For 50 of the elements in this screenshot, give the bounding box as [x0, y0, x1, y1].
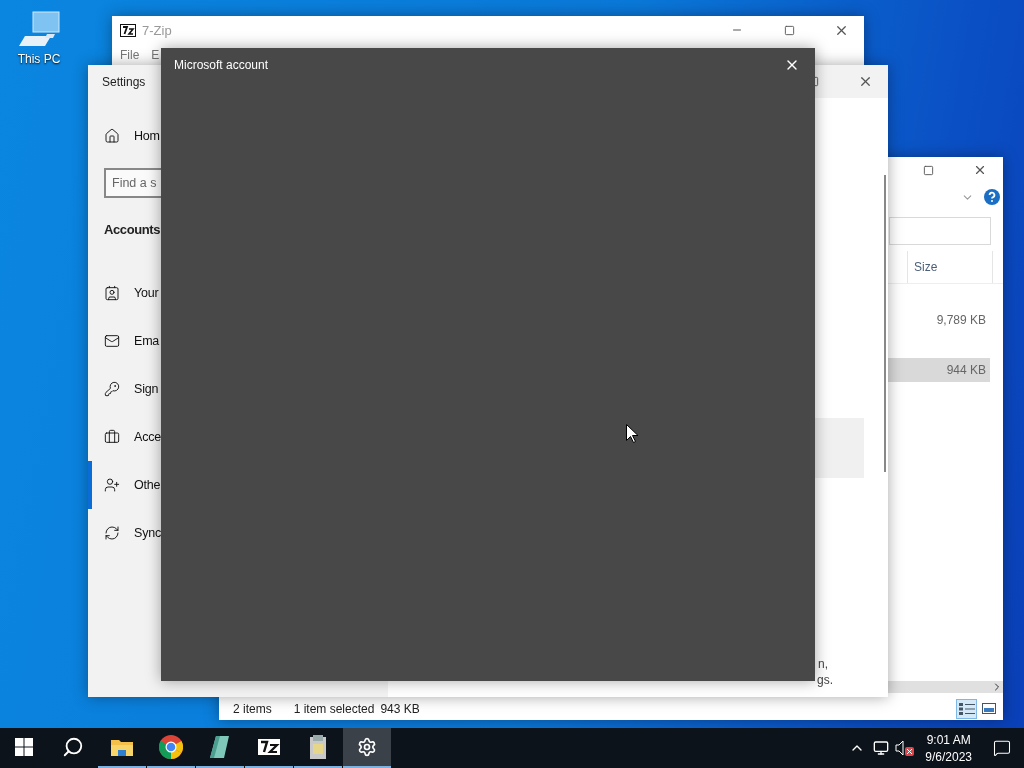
maximize-icon — [922, 164, 934, 176]
help-icon[interactable] — [984, 189, 1000, 205]
clock[interactable]: 9:01 AM 9/6/2023 — [917, 728, 980, 768]
person-add-icon — [104, 477, 120, 493]
briefcase-icon — [104, 429, 120, 445]
windows-icon — [15, 738, 33, 756]
nav-item[interactable]: Your — [88, 269, 388, 317]
home-link[interactable]: Hom — [88, 112, 388, 160]
key-icon — [104, 381, 120, 397]
notepad-icon — [210, 736, 230, 758]
search-field[interactable] — [889, 217, 991, 245]
package-icon — [309, 735, 327, 759]
dialog-title: Microsoft account — [174, 58, 269, 72]
cursor-icon — [626, 424, 638, 443]
close-icon — [973, 163, 987, 177]
mail-icon — [104, 333, 120, 349]
sync-icon — [104, 525, 120, 541]
archive-app-icon — [120, 23, 136, 37]
size-cell-text: 9,789 KB — [935, 312, 987, 329]
status-text: 943 KB — [380, 701, 420, 716]
description-text: n, — [818, 657, 829, 671]
description-text: gs. — [817, 673, 834, 687]
folder-icon — [111, 738, 133, 756]
settings-taskbar-button[interactable] — [343, 728, 391, 768]
window-title: Settings — [102, 74, 146, 89]
maximize-icon — [783, 24, 795, 36]
vertical-scrollbar[interactable] — [884, 175, 886, 472]
details-view-button[interactable] — [956, 698, 977, 719]
menu-item[interactable]: File — [120, 48, 140, 62]
contact-card-icon — [104, 285, 120, 301]
search-icon — [62, 736, 84, 758]
status-text: 2 items — [233, 701, 272, 716]
section-title: Accounts — [104, 222, 162, 237]
status-text: 1 item selected — [293, 701, 375, 716]
nav-item[interactable]: Sign — [88, 365, 388, 413]
network-icon[interactable] — [873, 740, 890, 756]
nav-item[interactable]: Ema — [88, 317, 388, 365]
notification-icon — [993, 739, 1011, 757]
volume-muted-icon[interactable] — [895, 740, 916, 756]
nav-item[interactable]: Sync — [88, 509, 388, 557]
desktop-icon-label[interactable]: This PC — [17, 52, 61, 66]
browser-icon — [159, 735, 183, 759]
home-icon — [104, 128, 120, 144]
archive-icon — [258, 739, 280, 755]
gear-icon — [357, 737, 377, 757]
horizontal-scrollbar[interactable] — [888, 681, 1003, 693]
nav-item[interactable]: Acce — [88, 413, 388, 461]
window-title: 7-Zip — [142, 22, 172, 38]
column-header[interactable]: Size — [907, 251, 993, 283]
menu-item[interactable]: E — [151, 48, 160, 62]
